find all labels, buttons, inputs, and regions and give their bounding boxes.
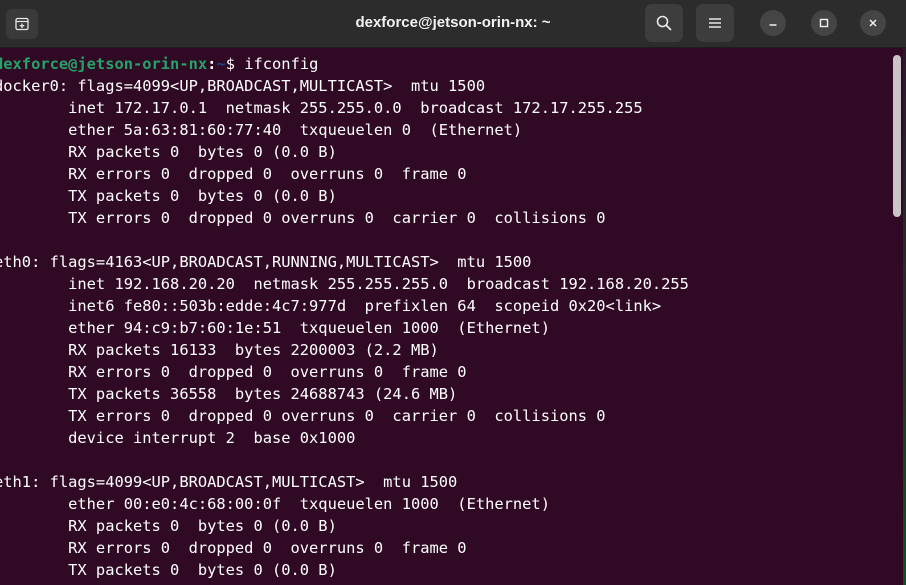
- output-line: RX errors 0 dropped 0 overruns 0 frame 0: [0, 539, 467, 557]
- menu-button[interactable]: [696, 4, 734, 42]
- scrollbar-thumb[interactable]: [893, 55, 901, 217]
- title-bar[interactable]: dexforce@jetson-orin-nx: ~: [0, 0, 906, 48]
- output-line: inet 192.168.20.20 netmask 255.255.255.0…: [0, 275, 689, 293]
- new-tab-icon: [15, 17, 29, 31]
- maximize-button[interactable]: [811, 10, 837, 36]
- output-line: RX packets 0 bytes 0 (0.0 B): [0, 517, 337, 535]
- output-line: eth1: flags=4099<UP,BROADCAST,MULTICAST>…: [0, 473, 458, 491]
- output-line: RX errors 0 dropped 0 overruns 0 frame 0: [0, 363, 467, 381]
- output-line: ether 00:e0:4c:68:00:0f txqueuelen 1000 …: [0, 495, 550, 513]
- command-text: ifconfig: [244, 55, 319, 73]
- output-line: RX errors 0 dropped 0 overruns 0 frame 0: [0, 165, 467, 183]
- terminal-output-area[interactable]: dexforce@jetson-orin-nx:~$ ifconfig dock…: [0, 48, 906, 585]
- output-line: docker0: flags=4099<UP,BROADCAST,MULTICA…: [0, 77, 486, 95]
- output-line: RX packets 16133 bytes 2200003 (2.2 MB): [0, 341, 439, 359]
- hamburger-menu-icon: [708, 17, 722, 29]
- search-button[interactable]: [645, 4, 683, 42]
- output-line: inet6 fe80::503b:edde:4c7:977d prefixlen…: [0, 297, 662, 315]
- prompt-path: ~: [216, 55, 226, 73]
- output-line: ether 94:c9:b7:60:1e:51 txqueuelen 1000 …: [0, 319, 550, 337]
- output-line: inet 172.17.0.1 netmask 255.255.0.0 broa…: [0, 99, 643, 117]
- output-line: TX errors 0 dropped 0 overruns 0 carrier…: [0, 209, 606, 227]
- terminal-window: dexforce@jetson-orin-nx: ~ dexforce@jets…: [0, 0, 906, 585]
- output-line: TX packets 0 bytes 0 (0.0 B): [0, 187, 337, 205]
- scrollbar[interactable]: [893, 55, 901, 585]
- output-line: ether 5a:63:81:60:77:40 txqueuelen 0 (Et…: [0, 121, 523, 139]
- search-icon: [656, 15, 672, 31]
- prompt-user-host: dexforce@jetson-orin-nx: [0, 55, 208, 73]
- output-line: RX packets 0 bytes 0 (0.0 B): [0, 143, 337, 161]
- minimize-icon: [768, 18, 778, 28]
- output-line: device interrupt 2 base 0x1000: [0, 429, 356, 447]
- output-line: TX packets 36558 bytes 24688743 (24.6 MB…: [0, 385, 458, 403]
- output-line: TX errors 0 dropped 0 overruns 0 carrier…: [0, 407, 606, 425]
- prompt-dollar: $: [225, 55, 245, 73]
- output-line: eth0: flags=4163<UP,BROADCAST,RUNNING,MU…: [0, 253, 532, 271]
- minimize-button[interactable]: [760, 10, 786, 36]
- maximize-icon: [819, 18, 829, 28]
- close-button[interactable]: [860, 10, 886, 36]
- output-line: TX packets 0 bytes 0 (0.0 B): [0, 561, 337, 579]
- new-tab-button[interactable]: [6, 9, 38, 39]
- prompt-line: dexforce@jetson-orin-nx:~$ ifconfig: [0, 53, 318, 75]
- close-icon: [868, 18, 878, 28]
- prompt-colon: :: [207, 55, 217, 73]
